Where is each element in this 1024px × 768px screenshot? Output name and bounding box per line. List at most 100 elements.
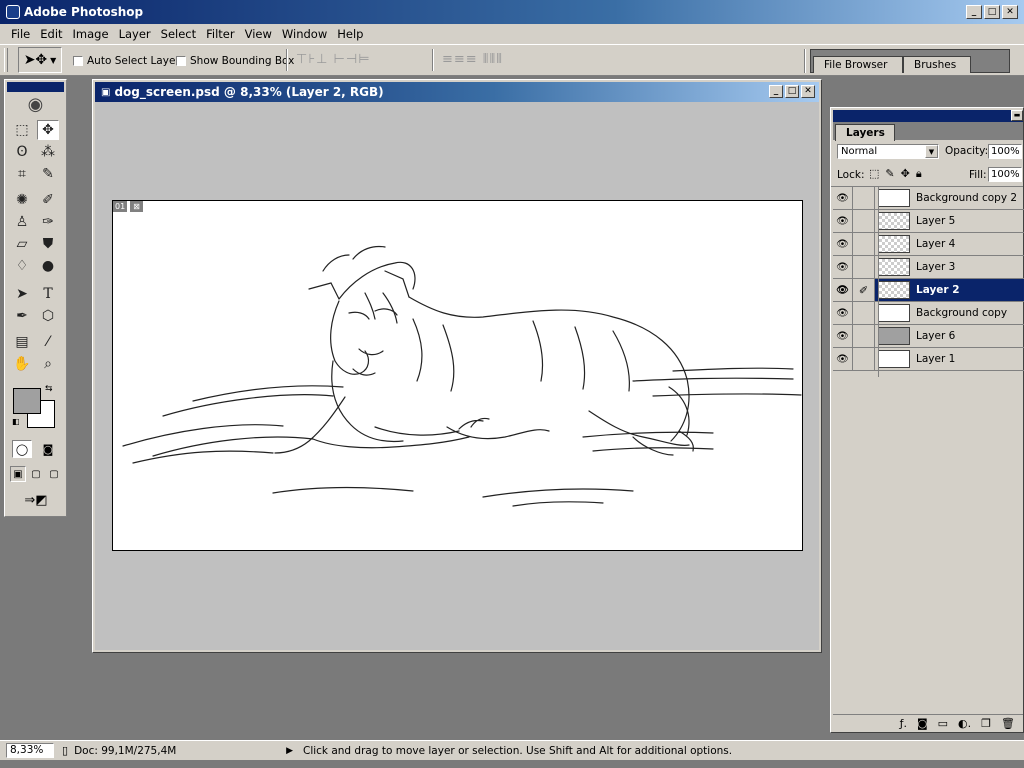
menu-window[interactable]: Window: [277, 27, 332, 41]
new-set-icon[interactable]: ▭: [938, 717, 948, 730]
tab-brushes[interactable]: Brushes: [903, 56, 971, 73]
visibility-eye-icon[interactable]: 👁︎: [833, 256, 853, 278]
status-menu-arrow-icon[interactable]: ▶: [286, 746, 293, 756]
zoom-level-input[interactable]: 8,33%: [6, 743, 54, 758]
maximize-icon[interactable]: □: [984, 5, 1000, 19]
auto-select-option[interactable]: Auto Select Layer: [73, 55, 180, 67]
dodge-tool-icon[interactable]: ●: [37, 256, 59, 276]
tab-file-browser[interactable]: File Browser: [813, 56, 903, 73]
opacity-input[interactable]: 100%: [988, 144, 1022, 159]
layer-row[interactable]: 👁︎ Layer 1: [833, 348, 1024, 371]
trash-icon[interactable]: 🗑︎: [1001, 717, 1015, 730]
history-brush-tool-icon[interactable]: ✑: [37, 212, 59, 232]
palette-close-icon[interactable]: ▬: [1011, 110, 1023, 121]
visibility-eye-icon[interactable]: 👁︎: [833, 279, 853, 301]
align-buttons-group[interactable]: ⊤⊦⊥ ⊢⊣⊨: [296, 52, 371, 67]
visibility-eye-icon[interactable]: 👁︎: [833, 325, 853, 347]
magic-wand-tool-icon[interactable]: ⁂: [37, 142, 59, 162]
fill-input[interactable]: 100%: [988, 167, 1022, 182]
paint-bucket-tool-icon[interactable]: ⛊: [37, 234, 59, 254]
link-slot[interactable]: [853, 233, 875, 255]
full-screen-menu-mode-icon[interactable]: ▢: [28, 466, 44, 482]
document-title-bar[interactable]: ▣ dog_screen.psd @ 8,33% (Layer 2, RGB) …: [95, 82, 819, 102]
tool-preset-picker[interactable]: ➤✥ ▼: [18, 47, 62, 73]
close-icon[interactable]: ✕: [1002, 5, 1018, 19]
doc-minimize-icon[interactable]: _: [769, 85, 783, 98]
notes-tool-icon[interactable]: ▤: [11, 332, 33, 352]
toolbox-title-bar[interactable]: [7, 82, 64, 92]
link-slot[interactable]: [853, 302, 875, 324]
visibility-eye-icon[interactable]: 👁︎: [833, 302, 853, 324]
swap-colors-icon[interactable]: ⇆: [45, 384, 53, 394]
brush-tool-icon[interactable]: ✐: [37, 190, 59, 210]
pen-tool-icon[interactable]: ✒: [11, 306, 33, 326]
tab-layers[interactable]: Layers: [835, 124, 895, 141]
layer-row[interactable]: 👁︎ Layer 3: [833, 256, 1024, 279]
menu-edit[interactable]: Edit: [35, 27, 67, 41]
layer-style-icon[interactable]: ƒ.: [900, 717, 907, 730]
lock-all-icon[interactable]: 🔒︎: [916, 167, 922, 181]
crop-tool-icon[interactable]: ⌗: [11, 164, 33, 184]
layer-row[interactable]: 👁︎ Background copy: [833, 302, 1024, 325]
options-grip[interactable]: [4, 48, 8, 72]
type-tool-icon[interactable]: T: [37, 284, 59, 304]
doc-maximize-icon[interactable]: □: [785, 85, 799, 98]
visibility-eye-icon[interactable]: 👁︎: [833, 187, 853, 209]
visibility-eye-icon[interactable]: 👁︎: [833, 233, 853, 255]
paintbrush-icon[interactable]: ✐: [853, 279, 875, 301]
link-slot[interactable]: [853, 210, 875, 232]
full-screen-mode-icon[interactable]: ▢: [46, 466, 62, 482]
visibility-eye-icon[interactable]: 👁︎: [833, 348, 853, 370]
image-canvas[interactable]: 01 ⊠: [112, 200, 803, 551]
eyedropper-tool-icon[interactable]: ⁄: [37, 332, 59, 352]
link-slot[interactable]: [853, 256, 875, 278]
healing-brush-tool-icon[interactable]: ✺: [11, 190, 33, 210]
lock-transparency-icon[interactable]: ⬚: [869, 167, 879, 181]
menu-filter[interactable]: Filter: [201, 27, 239, 41]
jump-to-imageready-icon[interactable]: ⇒◩: [13, 490, 59, 510]
layer-row[interactable]: 👁︎ Background copy 2: [833, 187, 1024, 210]
marquee-tool-icon[interactable]: ⬚: [11, 120, 33, 140]
auto-select-checkbox[interactable]: [73, 56, 83, 66]
blur-tool-icon[interactable]: ♢: [11, 256, 33, 276]
slice-tool-icon[interactable]: ✎: [37, 164, 59, 184]
move-tool-icon[interactable]: ✥: [37, 120, 59, 140]
clone-stamp-tool-icon[interactable]: ♙: [11, 212, 33, 232]
menu-layer[interactable]: Layer: [114, 27, 156, 41]
lock-image-icon[interactable]: ✎: [885, 167, 894, 181]
chevron-down-icon[interactable]: ▼: [925, 145, 938, 158]
hand-tool-icon[interactable]: ✋: [11, 354, 33, 374]
menu-image[interactable]: Image: [68, 27, 114, 41]
menu-file[interactable]: File: [6, 27, 35, 41]
menu-view[interactable]: View: [240, 27, 277, 41]
blend-mode-select[interactable]: Normal ▼: [837, 144, 939, 159]
lasso-tool-icon[interactable]: ʘ: [11, 142, 33, 162]
menu-select[interactable]: Select: [156, 27, 201, 41]
layer-row[interactable]: 👁︎ Layer 4: [833, 233, 1024, 256]
shape-tool-icon[interactable]: ⬡: [37, 306, 59, 326]
distribute-buttons-group[interactable]: ≡≡≡ ⦀⦀⦀: [442, 52, 503, 67]
layer-row[interactable]: 👁︎ Layer 6: [833, 325, 1024, 348]
link-slot[interactable]: [853, 348, 875, 370]
link-slot[interactable]: [853, 325, 875, 347]
layers-palette-title-bar[interactable]: ▬: [833, 110, 1023, 122]
layer-row[interactable]: 👁︎ Layer 5: [833, 210, 1024, 233]
standard-screen-mode-icon[interactable]: ▣: [10, 466, 26, 482]
layer-row-selected[interactable]: 👁︎ ✐ Layer 2: [833, 279, 1024, 302]
new-layer-icon[interactable]: ❐: [981, 717, 991, 730]
bounding-box-option[interactable]: Show Bounding Box: [176, 55, 294, 67]
eraser-tool-icon[interactable]: ▱: [11, 234, 33, 254]
doc-close-icon[interactable]: ✕: [801, 85, 815, 98]
bounding-box-checkbox[interactable]: [176, 56, 186, 66]
standard-mode-icon[interactable]: ◯: [12, 440, 32, 458]
visibility-eye-icon[interactable]: 👁︎: [833, 210, 853, 232]
foreground-color-swatch[interactable]: [13, 388, 41, 414]
zoom-tool-icon[interactable]: ⌕: [37, 354, 59, 374]
minimize-icon[interactable]: _: [966, 5, 982, 19]
path-selection-tool-icon[interactable]: ➤: [11, 284, 33, 304]
default-colors-icon[interactable]: ◧: [12, 417, 22, 427]
adobe-online-icon[interactable]: ◉: [9, 93, 62, 115]
lock-position-icon[interactable]: ✥: [901, 167, 910, 181]
adjustment-layer-icon[interactable]: ◐.: [958, 717, 971, 730]
link-slot[interactable]: [853, 187, 875, 209]
